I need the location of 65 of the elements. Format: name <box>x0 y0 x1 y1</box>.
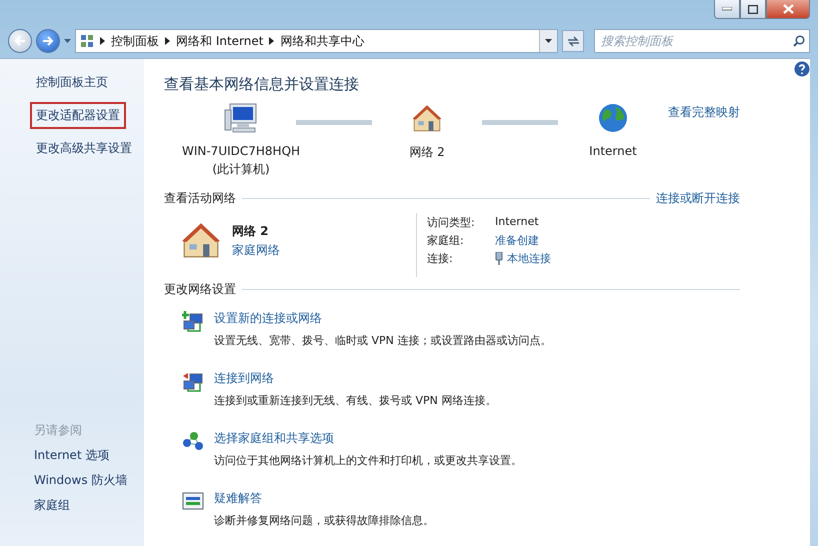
detail-label: 连接: <box>427 251 454 266</box>
chevron-right-icon <box>269 37 274 45</box>
detail-link[interactable]: 准备创建 <box>495 233 551 248</box>
sidebar-link[interactable]: 更改适配器设置 <box>30 102 126 129</box>
task-description: 设置无线、宽带、拨号、临时或 VPN 连接；或设置路由器或访问点。 <box>214 333 552 348</box>
task-link[interactable]: 疑难解答 <box>214 490 262 507</box>
task-description: 访问位于其他网络计算机上的文件和打印机，或更改共享设置。 <box>214 453 522 468</box>
arrow-left-icon <box>14 36 26 46</box>
close-icon <box>782 4 794 14</box>
detail-value: Internet <box>495 215 540 230</box>
task-description: 诊断并修复网络问题，或获得故障排除信息。 <box>214 513 434 528</box>
full-map-link[interactable]: 查看完整映射 <box>668 104 740 121</box>
network-computers-icon <box>182 310 204 332</box>
maximize-button[interactable] <box>740 0 766 19</box>
breadcrumb[interactable]: 控制面板 <box>111 32 159 50</box>
sidebar-link[interactable]: 更改高级共享设置 <box>30 135 138 162</box>
chevron-right-icon <box>100 37 105 45</box>
see-also-link[interactable]: Windows 防火墙 <box>34 472 128 489</box>
detail-link[interactable]: 本地连接 <box>507 251 551 266</box>
maximize-icon <box>748 4 758 14</box>
see-also-link[interactable]: Internet 选项 <box>34 447 110 464</box>
computer-icon <box>224 102 258 134</box>
minimize-icon <box>722 7 732 11</box>
breadcrumb[interactable]: 网络和 Internet <box>176 32 264 50</box>
node-sublabel: (此计算机) <box>212 161 270 178</box>
refresh-arrows-icon <box>566 36 580 46</box>
back-button[interactable] <box>8 29 32 53</box>
task-link[interactable]: 连接到网络 <box>214 370 274 387</box>
forward-button[interactable] <box>36 29 60 53</box>
network-folder-icon <box>80 34 94 48</box>
arrow-right-icon <box>42 36 54 46</box>
help-icon[interactable] <box>794 61 810 77</box>
page-title: 查看基本网络信息并设置连接 <box>164 75 360 94</box>
minimize-button[interactable] <box>714 0 740 19</box>
section-heading: 查看活动网络 <box>164 190 236 207</box>
task-link[interactable]: 设置新的连接或网络 <box>214 310 322 327</box>
sidebar-link[interactable]: 控制面板主页 <box>30 69 114 96</box>
task-link[interactable]: 选择家庭组和共享选项 <box>214 430 334 447</box>
globe-icon <box>597 102 629 134</box>
section-heading: 更改网络设置 <box>164 281 236 298</box>
troubleshoot-icon <box>182 490 204 512</box>
network-computers-icon <box>182 370 204 392</box>
node-label: 网络 2 <box>409 144 445 161</box>
caret-down-icon[interactable] <box>64 39 71 43</box>
node-label: WIN-7UIDC7H8HQH <box>182 144 300 158</box>
search-field[interactable]: 搜索控制面板 <box>594 29 810 53</box>
close-button[interactable] <box>766 0 810 19</box>
network-type-link[interactable]: 家庭网络 <box>232 242 280 259</box>
caret-down-icon <box>545 39 552 43</box>
see-also-link[interactable]: 家庭组 <box>34 497 70 514</box>
detail-label: 访问类型: <box>427 215 476 230</box>
homegroup-icon <box>182 430 204 452</box>
address-bar[interactable]: 控制面板 网络和 Internet 网络和共享中心 <box>75 29 558 53</box>
network-name: 网络 2 <box>232 223 270 240</box>
connect-disconnect-link[interactable]: 连接或断开连接 <box>656 190 740 207</box>
breadcrumb[interactable]: 网络和共享中心 <box>280 32 364 50</box>
detail-label: 家庭组: <box>427 233 465 248</box>
chevron-right-icon <box>165 37 170 45</box>
search-icon <box>793 35 805 47</box>
task-description: 连接到或重新连接到无线、有线、拨号或 VPN 网络连接。 <box>214 393 496 408</box>
history-dropdown-button[interactable] <box>539 30 557 52</box>
see-also-heading: 另请参阅 <box>34 422 83 439</box>
node-label: Internet <box>589 144 637 158</box>
refresh-button[interactable] <box>562 30 584 52</box>
ethernet-plug-icon <box>495 252 503 265</box>
